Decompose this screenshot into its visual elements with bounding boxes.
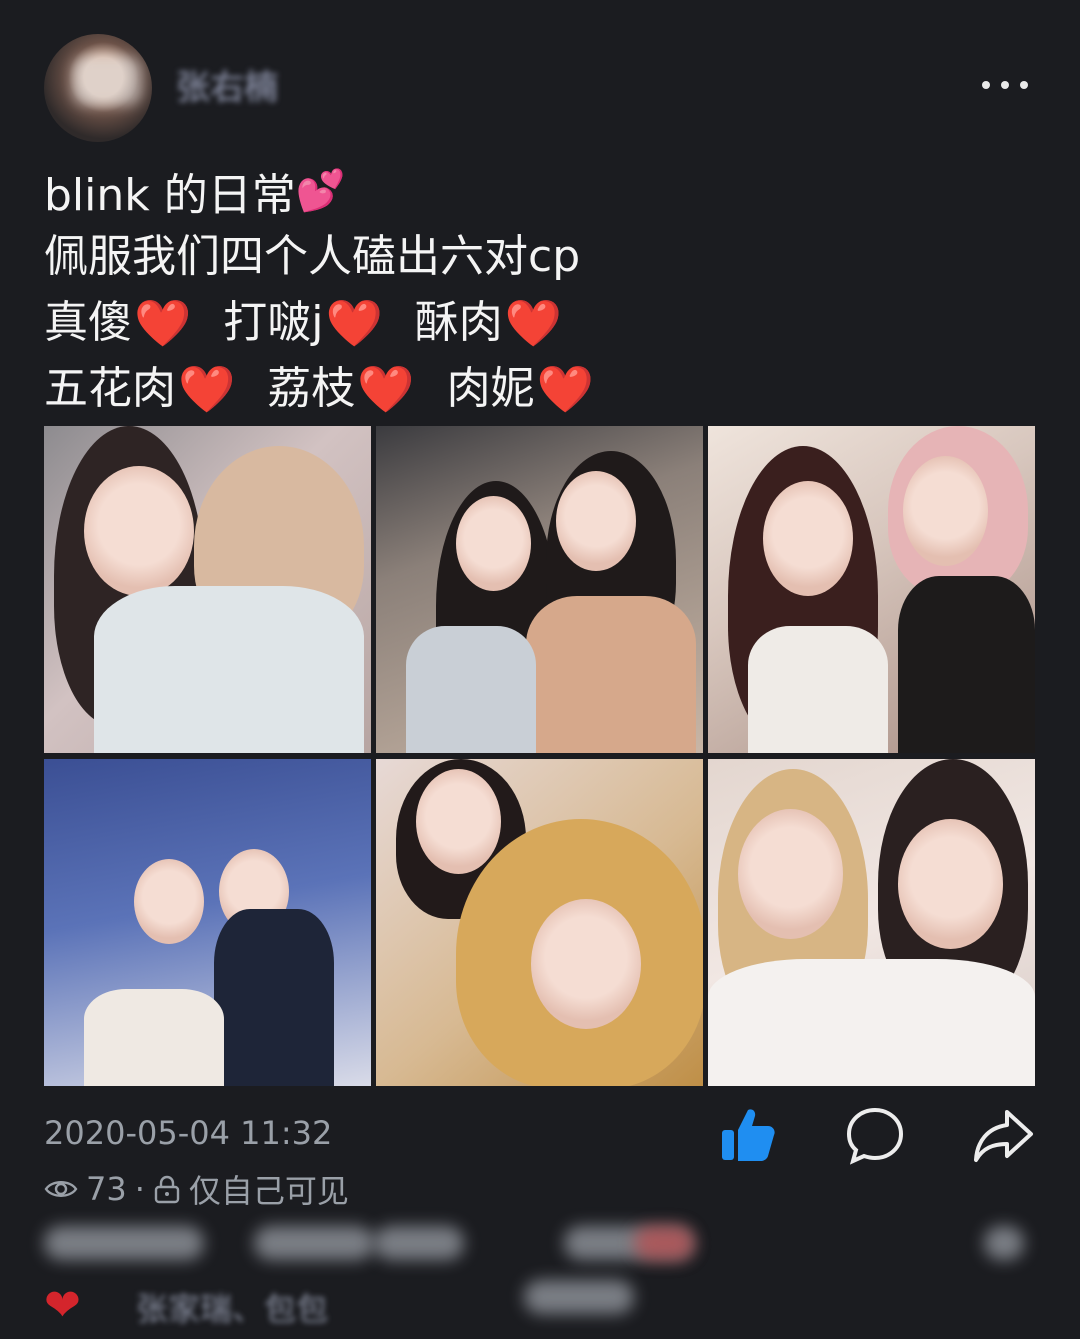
photo-figure [456, 496, 531, 591]
liker-names[interactable]: 张家瑞、包包 [136, 1284, 328, 1330]
photo-figure [738, 809, 843, 939]
photo-thumbnail[interactable] [44, 426, 371, 753]
post-text: blink 的日常💕 佩服我们四个人磕出六对cp 真傻❤️ 打啵j❤️ 酥肉❤️… [44, 158, 1044, 422]
photo-figure [214, 909, 334, 1086]
red-heart-icon: ❤️ [134, 296, 192, 350]
photo-figure [763, 481, 853, 596]
post-page: 张右楠 blink 的日常💕 佩服我们四个人磕出六对cp 真傻❤️ 打啵j❤️ … [0, 0, 1080, 1339]
photo-thumbnail[interactable] [44, 759, 371, 1086]
avatar-blur-mask [72, 56, 142, 106]
post-line-text: 佩服我们四个人磕出六对cp [44, 231, 581, 282]
red-heart-icon: ❤️ [536, 362, 594, 416]
blurred-text [634, 1226, 694, 1260]
photo-figure [526, 596, 696, 753]
post-line-text: 酥肉 [414, 297, 503, 348]
photo-figure [531, 899, 641, 1029]
blurred-text [524, 1280, 634, 1314]
lock-icon [153, 1174, 181, 1204]
photo-figure [84, 989, 224, 1086]
post-line-text: 真傻 [44, 297, 132, 348]
eye-icon [44, 1177, 78, 1201]
photo-figure [406, 626, 536, 753]
username[interactable]: 张右楠 [176, 60, 278, 109]
comment-icon[interactable] [840, 1100, 910, 1170]
post-line-2: 佩服我们四个人磕出六对cp [44, 224, 1044, 290]
photo-figure [556, 471, 636, 571]
photo-figure [898, 576, 1035, 753]
photo-figure [708, 959, 1035, 1086]
photo-thumbnail[interactable] [708, 759, 1035, 1086]
blurred-text [254, 1226, 374, 1260]
post-line-text: 肉妮 [446, 363, 535, 414]
red-heart-icon: ❤️ [357, 362, 415, 416]
post-line-text: 五花肉 [44, 363, 176, 414]
stats-separator: · [134, 1170, 145, 1208]
thumbs-up-icon[interactable] [712, 1100, 782, 1170]
photo-thumbnail[interactable] [376, 759, 703, 1086]
photo-figure [416, 769, 501, 874]
likes-row: ❤ 张家瑞、包包 [44, 1222, 1036, 1332]
photo-figure [134, 859, 204, 944]
post-stats: 73 · 仅自己可见 [44, 1166, 349, 1212]
post-line-text: 荔枝 [267, 363, 356, 414]
photo-figure [84, 466, 194, 596]
photo-figure [903, 456, 988, 566]
post-actions [0, 1100, 1080, 1170]
red-heart-icon: ❤️ [325, 296, 383, 350]
post-line-3: 真傻❤️ 打啵j❤️ 酥肉❤️ [44, 290, 1044, 356]
blurred-text [374, 1226, 464, 1260]
visibility-label[interactable]: 仅自己可见 [189, 1166, 349, 1212]
blurred-text [44, 1226, 204, 1260]
photo-thumbnail[interactable] [708, 426, 1035, 753]
more-horizontal-icon[interactable] [982, 74, 1028, 96]
red-heart-icon: ❤️ [504, 296, 563, 350]
photo-figure [898, 819, 1003, 949]
avatar[interactable] [44, 34, 152, 142]
post-line-text: 打啵j [223, 297, 324, 348]
view-count: 73 [86, 1170, 127, 1208]
heart-icon: ❤ [44, 1280, 81, 1331]
post-line-text: blink 的日常 [44, 170, 296, 221]
photo-figure [94, 586, 364, 753]
photo-figure [748, 626, 888, 753]
two-hearts-icon: 💕 [295, 168, 346, 214]
photo-grid [44, 426, 1036, 1086]
post-line-4: 五花肉❤️ 荔枝❤️ 肉妮❤️ [44, 356, 1044, 422]
post-line-1: blink 的日常💕 [44, 158, 1044, 224]
share-icon[interactable] [968, 1100, 1038, 1170]
red-heart-icon: ❤️ [178, 362, 236, 416]
blurred-text [984, 1226, 1024, 1260]
photo-thumbnail[interactable] [376, 426, 703, 753]
